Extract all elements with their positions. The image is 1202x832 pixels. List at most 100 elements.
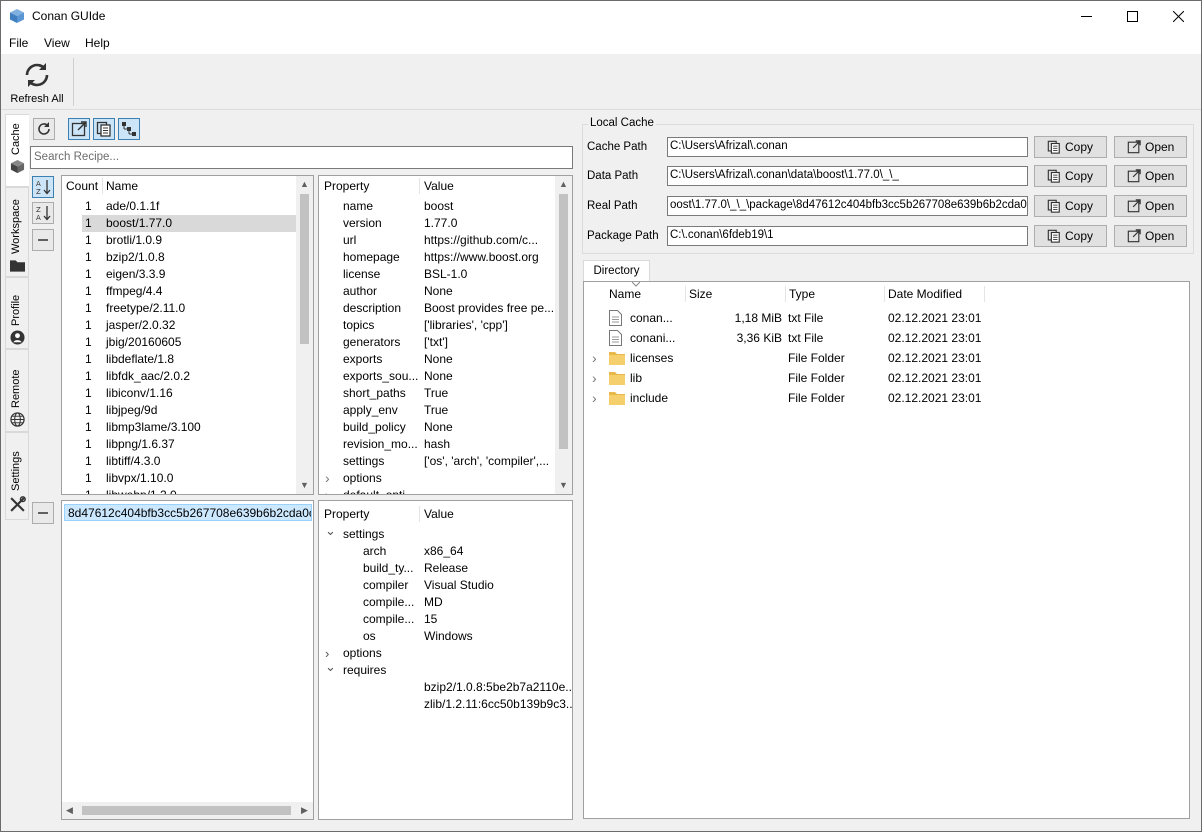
directory-row[interactable]: conan... 1,18 MiB txt File 02.12.2021 23:01 [584,308,1189,328]
recipe-row[interactable]: 1 ffmpeg/4.4 [82,283,296,300]
package-list[interactable]: 8d47612c404bfb3cc5b267708e639b6b2cda0c3a… [61,500,314,820]
recipe-row[interactable]: 1 jasper/2.0.32 [82,317,296,334]
refresh-cache-button[interactable] [33,118,55,140]
scroll-thumb[interactable] [82,806,291,815]
recipe-properties[interactable]: Property Value name boost version 1.77.0 url… [318,175,573,495]
property-row[interactable]: exports None [319,351,555,368]
package-property-row[interactable]: compile... 15 [319,611,572,628]
recipe-row[interactable]: 1 libvpx/1.10.0 [82,470,296,487]
copy-list-button[interactable] [93,118,115,140]
directory-row[interactable]: › licenses File Folder 02.12.2021 23:01 [584,348,1189,368]
open-external-button[interactable] [68,118,90,140]
chevron-right-icon[interactable]: › [325,645,329,662]
package-property-row[interactable]: zlib/1.2.11:6cc50b139b9c3... [319,696,572,713]
recipe-row[interactable]: 1 bzip2/1.0.8 [82,249,296,266]
chevron-right-icon[interactable]: › [592,348,597,368]
package-property-row[interactable]: ⌄ settings [319,526,572,543]
recipe-row[interactable]: 1 freetype/2.11.0 [82,300,296,317]
directory-row[interactable]: conani... 3,36 KiB txt File 02.12.2021 23:0… [584,328,1189,348]
scroll-left-arrow[interactable]: ◀ [66,802,73,819]
column-header-name[interactable]: Name [106,176,138,196]
property-row[interactable]: exports_sou... None [319,368,555,385]
path-field[interactable]: C:\.conan\6fdeb19\1 [667,226,1028,246]
path-field[interactable]: oost\1.77.0\_\_\package\8d47612c404bfb3c… [667,196,1028,216]
package-properties[interactable]: Property Value ⌄ settings arch x86_64 build_… [318,500,573,820]
package-property-row[interactable]: bzip2/1.0.8:5be2b7a2110e... [319,679,572,696]
tab-directory[interactable]: Directory [583,260,650,282]
package-property-row[interactable]: › options [319,645,572,662]
column-header-size[interactable]: Size [689,284,712,304]
package-property-row[interactable]: compiler Visual Studio [319,577,572,594]
property-row[interactable]: topics ['libraries', 'cpp'] [319,317,555,334]
recipe-row[interactable]: 1 jbig/20160605 [82,334,296,351]
recipe-row[interactable]: 1 libmp3lame/3.100 [82,419,296,436]
recipe-row[interactable]: 1 boost/1.77.0 [82,215,296,232]
column-header-count[interactable]: Count [66,176,98,196]
property-row[interactable]: url https://github.com/c... [319,232,555,249]
recipe-row[interactable]: 1 libjpeg/9d [82,402,296,419]
refresh-all-button[interactable]: Refresh All [7,56,67,108]
chevron-down-icon[interactable]: ⌄ [325,662,336,675]
column-header-value[interactable]: Value [424,176,454,196]
copy-path-button[interactable]: Copy [1034,136,1107,158]
property-row[interactable]: settings ['os', 'arch', 'compiler',... [319,453,555,470]
property-row[interactable]: › options [319,470,555,487]
property-row[interactable]: short_paths True [319,385,555,402]
package-property-row[interactable]: ⌄ requires [319,662,572,679]
package-list-hscrollbar[interactable]: ◀ ▶ [62,802,313,819]
copy-path-button[interactable]: Copy [1034,165,1107,187]
recipe-row[interactable]: 1 brotli/1.0.9 [82,232,296,249]
column-header-property[interactable]: Property [324,176,369,196]
open-path-button[interactable]: Open [1114,225,1187,247]
minimize-button[interactable] [1063,1,1109,32]
tab-profile[interactable]: Profile [5,277,29,349]
tab-settings[interactable]: Settings [5,432,29,520]
recipe-row[interactable]: 1 libiconv/1.16 [82,385,296,402]
column-header-name[interactable]: Name [609,284,641,304]
directory-row[interactable]: › include File Folder 02.12.2021 23:01 [584,388,1189,408]
chevron-right-icon[interactable]: › [592,368,597,388]
menu-file[interactable]: File [9,36,28,50]
recipe-row[interactable]: 1 libpng/1.6.37 [82,436,296,453]
menu-help[interactable]: Help [85,36,110,50]
property-row[interactable]: apply_env True [319,402,555,419]
package-property-row[interactable]: os Windows [319,628,572,645]
tree-view-button[interactable] [118,118,140,140]
close-button[interactable] [1155,1,1201,32]
chevron-right-icon[interactable]: › [325,470,330,487]
menu-view[interactable]: View [44,36,70,50]
scroll-up-arrow[interactable]: ▲ [555,176,572,193]
recipe-row[interactable]: 1 ade/0.1.1f [82,198,296,215]
search-recipe-input[interactable]: Search Recipe... [30,146,573,169]
open-path-button[interactable]: Open [1114,136,1187,158]
package-property-row[interactable]: build_ty... Release [319,560,572,577]
property-row[interactable]: license BSL-1.0 [319,266,555,283]
collapse-recipes-button[interactable] [32,229,54,251]
property-row[interactable]: generators ['txt'] [319,334,555,351]
chevron-down-icon[interactable]: ⌄ [325,526,336,539]
property-row[interactable]: revision_mo... hash [319,436,555,453]
sort-ascending-button[interactable]: A Z [32,176,54,198]
scroll-right-arrow[interactable]: ▶ [301,802,308,819]
property-row[interactable]: description Boost provides free pe... [319,300,555,317]
chevron-right-icon[interactable]: › [592,388,597,408]
chevron-right-icon[interactable]: › [325,487,330,494]
sort-descending-button[interactable]: Z A [32,202,54,224]
column-header-value[interactable]: Value [424,504,454,524]
column-header-property[interactable]: Property [324,504,369,524]
recipe-row[interactable]: 1 libdeflate/1.8 [82,351,296,368]
column-header-type[interactable]: Type [789,284,815,304]
collapse-packages-button[interactable] [32,502,54,524]
scroll-thumb[interactable] [559,194,568,449]
property-row[interactable]: author None [319,283,555,300]
recipe-list-scrollbar[interactable]: ▲ ▼ [296,176,313,494]
package-property-row[interactable]: compile... MD [319,594,572,611]
property-row[interactable]: version 1.77.0 [319,215,555,232]
copy-path-button[interactable]: Copy [1034,195,1107,217]
open-path-button[interactable]: Open [1114,165,1187,187]
scroll-up-arrow[interactable]: ▲ [296,176,313,193]
recipe-row[interactable]: 1 libfdk_aac/2.0.2 [82,368,296,385]
recipe-list[interactable]: Count Name 1 ade/0.1.1f 1 boost/1.77.0 1 brot… [61,175,314,495]
scroll-down-arrow[interactable]: ▼ [296,477,313,494]
maximize-button[interactable] [1109,1,1155,32]
